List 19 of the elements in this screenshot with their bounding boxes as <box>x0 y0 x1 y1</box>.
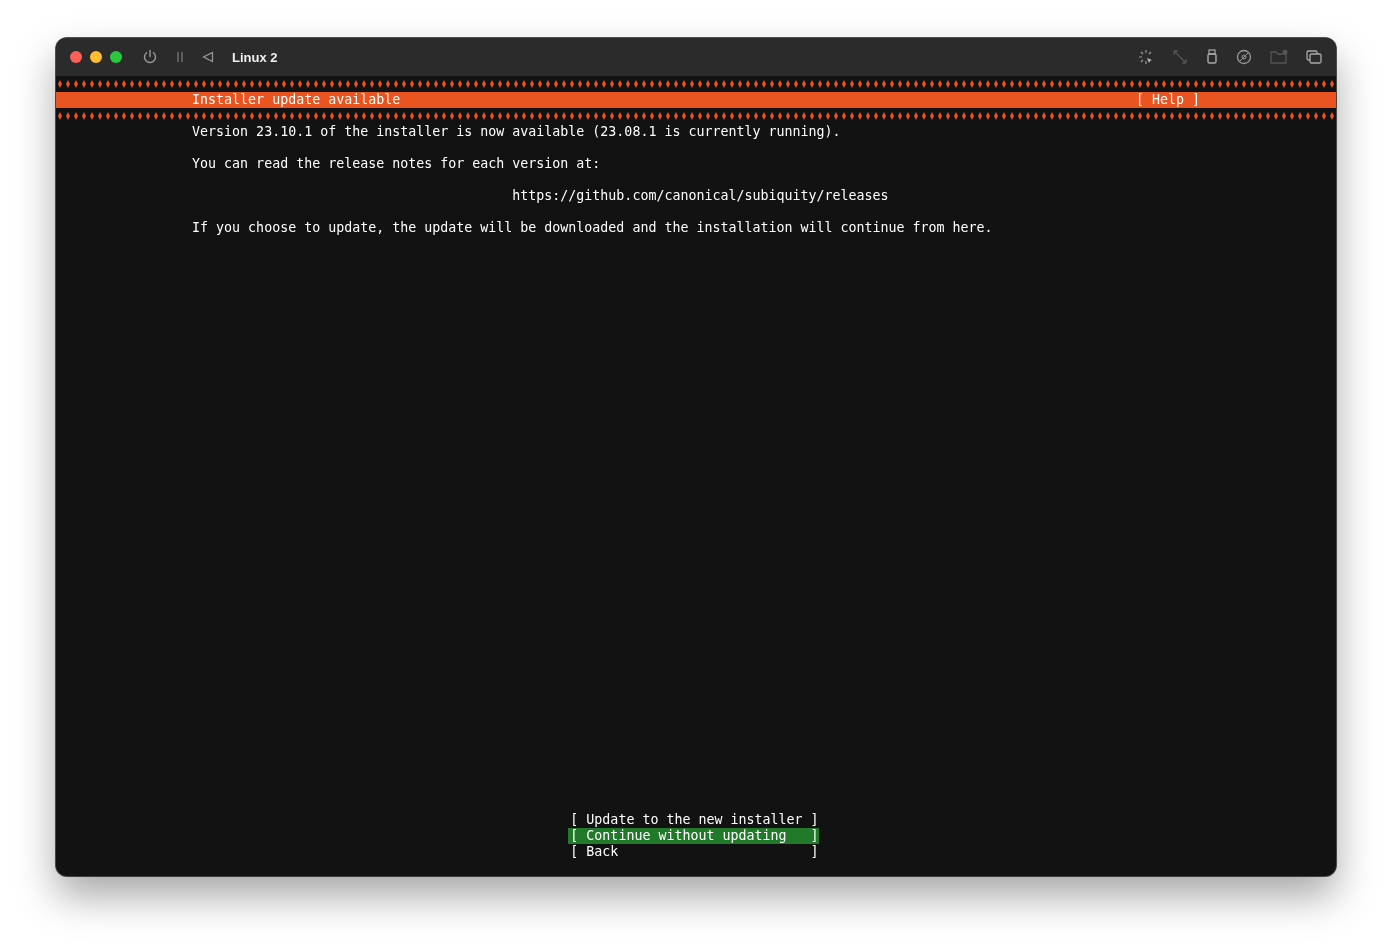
windows-icon[interactable] <box>1306 49 1322 65</box>
body-text: If you choose to update, the update will be downloaded and the installation will continue from here. <box>191 220 994 236</box>
url-text: https://github.com/canonical/subiquity/releases <box>511 188 890 204</box>
body-text: You can read the release notes for each version at: <box>191 156 602 172</box>
power-icon[interactable] <box>142 49 158 65</box>
menu-option[interactable]: [ Back ] <box>568 844 819 860</box>
disc-icon[interactable] <box>1236 49 1252 65</box>
usb-icon[interactable] <box>1206 49 1218 65</box>
zoom-button[interactable] <box>110 51 122 63</box>
body-text: Version 23.10.1 of the installer is now available (23.08.1 is currently running). <box>191 124 842 140</box>
menu-option[interactable]: [ Update to the new installer ] <box>568 812 819 828</box>
cursor-icon[interactable] <box>1138 49 1154 65</box>
menu-option[interactable]: [ Continue without updating ] <box>568 828 819 844</box>
window-title: Linux 2 <box>232 49 278 65</box>
back-icon[interactable] <box>202 51 214 63</box>
header-title: Installer update available <box>192 92 401 108</box>
close-button[interactable] <box>70 51 82 63</box>
minimize-button[interactable] <box>90 51 102 63</box>
help-button[interactable]: [ Help ] <box>1135 92 1200 108</box>
